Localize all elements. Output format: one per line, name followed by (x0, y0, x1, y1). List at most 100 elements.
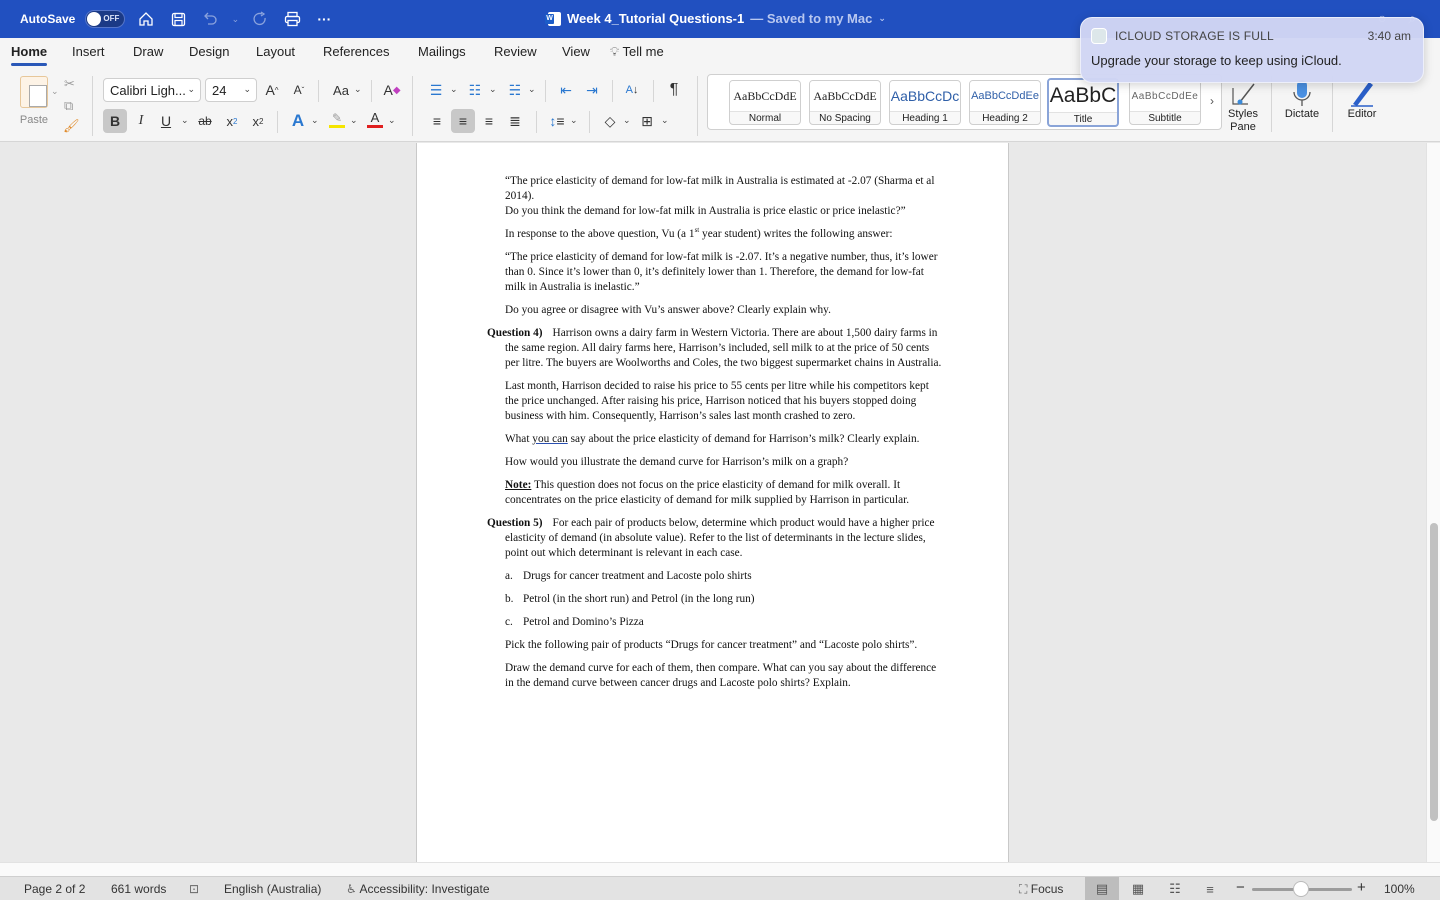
align-right-icon[interactable]: ≡ (477, 109, 501, 133)
cut-icon[interactable]: ✂ (64, 76, 75, 92)
multilevel-list-icon[interactable]: ☵ (503, 78, 527, 102)
style-heading-2[interactable]: AaBbCcDdEe Heading 2 (969, 80, 1041, 125)
increase-indent-icon[interactable]: ⇥ (580, 78, 604, 102)
print-icon[interactable] (281, 8, 303, 30)
text-effects-icon[interactable]: A (286, 109, 310, 133)
question-5: Question 5) For each pair of products bel… (487, 516, 945, 561)
word-count[interactable]: 661 words (111, 882, 166, 896)
tab-insert[interactable]: Insert (72, 44, 105, 59)
show-formatting-icon[interactable]: ¶ (662, 78, 686, 102)
grow-font-icon[interactable]: A ^ (260, 78, 284, 102)
tab-references[interactable]: References (323, 44, 389, 59)
subscript-button[interactable]: x2 (220, 109, 244, 133)
save-status: — Saved to my Mac (750, 11, 873, 26)
dictate-label: Dictate (1284, 108, 1320, 120)
accessibility-button[interactable]: ♿︎ Accessibility: Investigate (346, 882, 490, 896)
paragraph: Pick the following pair of products “Dru… (505, 639, 918, 651)
paragraph: Do you think the demand for low-fat milk… (505, 205, 906, 217)
undo-dropdown-icon[interactable]: ⌄ (231, 8, 240, 30)
change-case-button[interactable]: Aa (328, 78, 354, 102)
draft-view-icon[interactable]: ≡ (1193, 877, 1227, 900)
decrease-indent-icon[interactable]: ⇤ (554, 78, 578, 102)
font-name-value: Calibri Ligh... (110, 83, 186, 98)
zoom-in-button[interactable]: + (1357, 879, 1366, 896)
tab-view[interactable]: View (562, 44, 590, 59)
style-name: No Spacing (810, 111, 880, 124)
document-page[interactable]: “The price elasticity of demand for low-… (416, 143, 1009, 862)
chevron-right-icon[interactable]: › (1210, 94, 1214, 108)
editor-button[interactable]: Editor (1342, 78, 1382, 120)
print-layout-view-icon[interactable]: ▤ (1085, 877, 1119, 900)
icloud-notification[interactable]: ICLOUD STORAGE IS FULL 3:40 am Upgrade y… (1080, 17, 1424, 83)
align-center-icon[interactable]: ≡ (451, 109, 475, 133)
zoom-level[interactable]: 100% (1384, 882, 1415, 896)
save-icon[interactable] (167, 8, 189, 30)
tab-design[interactable]: Design (189, 44, 229, 59)
paste-dropdown-icon[interactable]: ⌄ (51, 86, 59, 97)
home-icon[interactable] (135, 8, 157, 30)
shading-icon[interactable]: ◇ (598, 109, 622, 133)
superscript-button[interactable]: x2 (246, 109, 270, 133)
chevron-down-icon: ⌄ (243, 84, 251, 94)
document-title[interactable]: Week 4_Tutorial Questions-1 — Saved to m… (545, 11, 886, 26)
paste-button[interactable]: Paste (14, 76, 54, 126)
redo-icon[interactable] (249, 8, 271, 30)
list-item: c. Petrol and Domino’s Pizza (505, 615, 945, 630)
tab-review[interactable]: Review (494, 44, 537, 59)
autosave-toggle[interactable]: OFF (85, 10, 126, 28)
undo-icon[interactable] (199, 8, 221, 30)
styles-pane-label: Styles Pane (1228, 108, 1258, 133)
zoom-slider-handle[interactable] (1293, 881, 1309, 897)
tab-mailings[interactable]: Mailings (418, 44, 466, 59)
strikethrough-button[interactable]: ab (193, 109, 217, 133)
styles-pane-button[interactable]: Styles Pane (1224, 78, 1262, 134)
question-label: Question 4) (487, 327, 543, 339)
tell-me-button[interactable]: 💡︎ Tell me (610, 44, 664, 60)
font-name-select[interactable]: Calibri Ligh... ⌄ (103, 78, 201, 102)
sort-icon[interactable]: A ↓ (620, 78, 644, 102)
web-layout-view-icon[interactable]: ▦ (1121, 877, 1155, 900)
style-heading-1[interactable]: AaBbCcDc Heading 1 (889, 80, 961, 125)
clear-formatting-icon[interactable]: A ◆ (380, 78, 404, 102)
justify-icon[interactable]: ≣ (503, 109, 527, 133)
tab-draw[interactable]: Draw (133, 44, 163, 59)
style-subtitle[interactable]: AaBbCcDdEe Subtitle (1129, 80, 1201, 125)
line-spacing-icon[interactable]: ↕ ≡ (545, 109, 569, 133)
grammar-suggestion[interactable]: you can (532, 433, 567, 445)
style-sample: AaBbCcDdE (810, 81, 880, 111)
tab-layout[interactable]: Layout (256, 44, 295, 59)
bullets-icon[interactable]: ☰ (424, 78, 448, 102)
tab-home[interactable]: Home (11, 44, 48, 66)
dictate-button[interactable]: Dictate (1280, 78, 1324, 120)
focus-button[interactable]: ⛶ Focus (1019, 882, 1063, 897)
vertical-scrollbar[interactable] (1426, 143, 1440, 862)
underline-button[interactable]: U (154, 109, 178, 133)
notification-time: 3:40 am (1367, 29, 1411, 43)
zoom-out-button[interactable]: − (1236, 879, 1245, 896)
more-icon[interactable]: ··· (313, 8, 335, 30)
focus-icon: ⛶ (1019, 882, 1028, 896)
style-normal[interactable]: AaBbCcDdE Normal (729, 80, 801, 125)
outline-view-icon[interactable]: ☷ (1158, 877, 1192, 900)
document-body[interactable]: “The price elasticity of demand for low-… (487, 174, 945, 699)
align-left-icon[interactable]: ≡ (425, 109, 449, 133)
style-no-spacing[interactable]: AaBbCcDdE No Spacing (809, 80, 881, 125)
font-size-select[interactable]: 24 ⌄ (205, 78, 257, 102)
italic-button[interactable]: I (129, 109, 153, 133)
lightbulb-icon: 💡︎ (610, 44, 620, 59)
numbering-icon[interactable]: ☷ (463, 78, 487, 102)
page-count[interactable]: Page 2 of 2 (24, 882, 85, 896)
highlight-color-button[interactable]: ✎ (325, 107, 349, 131)
shrink-font-icon[interactable]: Aˇ (287, 78, 311, 102)
note-paragraph: Note: This question does not focus on th… (505, 478, 945, 508)
copy-icon[interactable]: ⧉ (64, 98, 73, 114)
borders-icon[interactable]: ⊞ (635, 109, 659, 133)
font-color-button[interactable]: A (363, 107, 387, 131)
bold-button[interactable]: B (103, 109, 127, 133)
list-text: Petrol (in the short run) and Petrol (in… (523, 593, 755, 605)
scrollbar-thumb[interactable] (1430, 523, 1438, 821)
style-title[interactable]: AaBbC Title (1047, 78, 1119, 127)
language[interactable]: English (Australia) (224, 882, 321, 896)
proofing-icon[interactable]: ⊡ (189, 882, 199, 896)
format-painter-icon[interactable]: 🖌︎ (63, 118, 80, 134)
